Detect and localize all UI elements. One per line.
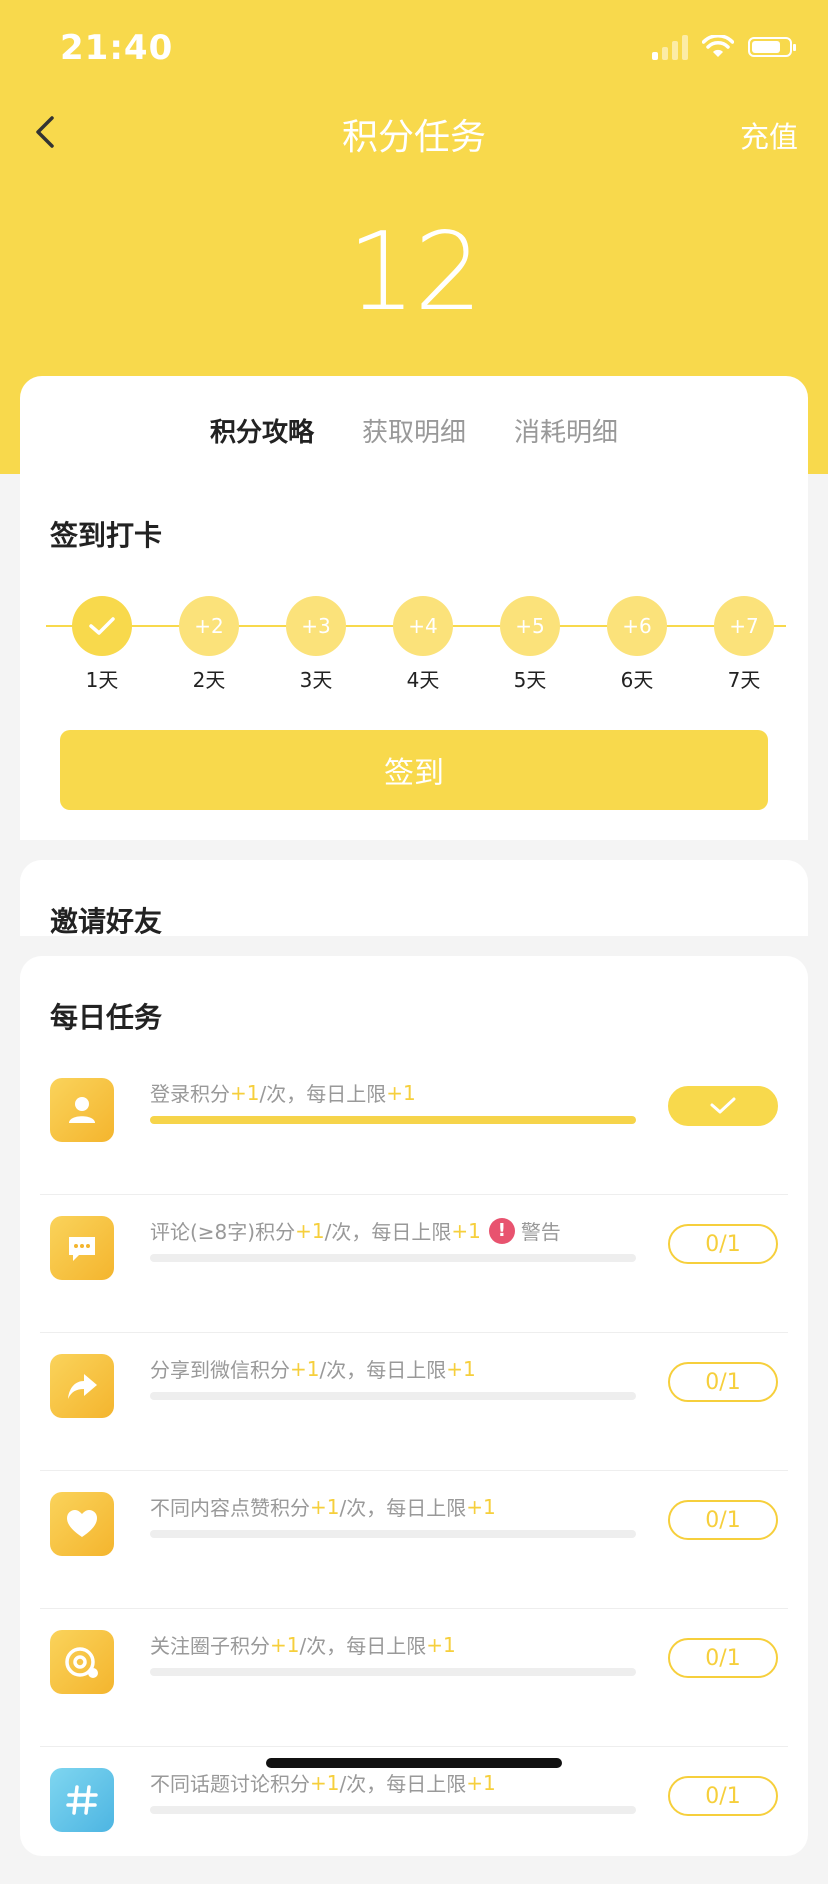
task-progress-bar <box>150 1530 636 1538</box>
task-description: 分享到微信积分 +1/次，每日上限 +1 <box>150 1356 476 1383</box>
daily-tasks-card: 每日任务 登录积分 +1/次，每日上限 +1 评论(≥8字)积分 +1/次，每日上限 +… <box>20 956 808 1856</box>
day-bonus: +6 <box>607 596 667 656</box>
task-like: 不同内容点赞积分 +1/次，每日上限 +1 0/1 <box>40 1470 788 1609</box>
task-status-button[interactable]: 0/1 <box>668 1224 778 1264</box>
task-status-button[interactable]: 0/1 <box>668 1500 778 1540</box>
task-description: 关注圈子积分 +1/次，每日上限 +1 <box>150 1632 456 1659</box>
task-share: 分享到微信积分 +1/次，每日上限 +1 0/1 <box>40 1332 788 1471</box>
day-label: 6天 <box>620 668 654 692</box>
task-status-button[interactable]: 0/1 <box>668 1776 778 1816</box>
circle-follow-icon <box>50 1630 114 1694</box>
checkin-day-7: +7 7天 <box>714 596 774 693</box>
day-bonus: +5 <box>500 596 560 656</box>
task-status-button[interactable]: 0/1 <box>668 1638 778 1678</box>
signal-icon <box>652 34 688 60</box>
comment-icon <box>50 1216 114 1280</box>
checkin-title: 签到打卡 <box>50 519 163 552</box>
user-icon <box>50 1078 114 1142</box>
task-progress-bar <box>150 1254 636 1262</box>
task-description: 评论(≥8字)积分 +1/次，每日上限 +1 ! 警告 <box>150 1216 561 1245</box>
check-icon <box>72 596 132 656</box>
task-progress-bar <box>150 1392 636 1400</box>
recharge-link[interactable]: 充值 <box>740 114 798 156</box>
tab-earn-details[interactable]: 获取明细 <box>362 412 466 449</box>
tab-spend-details[interactable]: 消耗明细 <box>514 412 618 449</box>
day-bonus: +3 <box>286 596 346 656</box>
task-done-button[interactable] <box>668 1086 778 1126</box>
tab-strategy[interactable]: 积分攻略 <box>210 412 314 449</box>
tab-bar: 积分攻略 获取明细 消耗明细 <box>20 412 808 449</box>
day-bonus: +4 <box>393 596 453 656</box>
day-bonus: +7 <box>714 596 774 656</box>
nav-bar: 积分任务 充值 <box>0 100 828 164</box>
task-progress-bar <box>150 1806 636 1814</box>
checkin-days: 1天 +2 2天 +3 3天 +4 4天 +5 5天 +6 6天 +7 7天 <box>46 596 786 696</box>
day-bonus: +2 <box>179 596 239 656</box>
share-icon <box>50 1354 114 1418</box>
page-title: 积分任务 <box>341 117 486 158</box>
status-bar: 21:40 <box>0 0 828 100</box>
battery-icon <box>748 37 796 57</box>
strategy-card: 积分攻略 获取明细 消耗明细 签到打卡 1天 +2 2天 +3 3天 +4 4天… <box>20 376 808 840</box>
day-label: 4天 <box>406 668 440 692</box>
sign-in-button[interactable]: 签到 <box>60 730 768 810</box>
status-time: 21:40 <box>60 28 174 68</box>
hashtag-icon <box>50 1768 114 1832</box>
exclamation-icon: ! <box>488 1217 515 1244</box>
checkin-day-1: 1天 <box>72 596 132 693</box>
task-description: 不同话题讨论积分 +1/次，每日上限 +1 <box>150 1770 496 1797</box>
checkin-day-5: +5 5天 <box>500 596 560 693</box>
day-label: 5天 <box>513 668 547 692</box>
day-label: 7天 <box>727 668 761 692</box>
home-indicator <box>266 1758 562 1768</box>
points-balance: 12 <box>347 210 482 335</box>
checkin-day-4: +4 4天 <box>393 596 453 693</box>
task-description: 登录积分 +1/次，每日上限 +1 <box>150 1080 416 1107</box>
day-label: 2天 <box>192 668 226 692</box>
task-status-button[interactable]: 0/1 <box>668 1362 778 1402</box>
task-description: 不同内容点赞积分 +1/次，每日上限 +1 <box>150 1494 496 1521</box>
task-progress-bar <box>150 1668 636 1676</box>
day-label: 1天 <box>85 668 119 692</box>
day-label: 3天 <box>299 668 333 692</box>
invite-title: 邀请好友 <box>50 905 163 936</box>
checkin-day-3: +3 3天 <box>286 596 346 693</box>
task-progress-bar <box>150 1116 636 1124</box>
status-icons <box>652 34 796 60</box>
wifi-icon <box>702 35 734 57</box>
invite-card[interactable]: 邀请好友 <box>20 860 808 936</box>
task-comment: 评论(≥8字)积分 +1/次，每日上限 +1 ! 警告 0/1 <box>40 1194 788 1333</box>
task-login: 登录积分 +1/次，每日上限 +1 <box>40 1056 788 1195</box>
check-icon <box>710 1097 736 1114</box>
warning-badge[interactable]: ! 警告 <box>488 1216 561 1245</box>
daily-title: 每日任务 <box>50 1001 163 1034</box>
task-follow-circle: 关注圈子积分 +1/次，每日上限 +1 0/1 <box>40 1608 788 1747</box>
checkin-day-6: +6 6天 <box>607 596 667 693</box>
checkin-day-2: +2 2天 <box>179 596 239 693</box>
heart-icon <box>50 1492 114 1556</box>
